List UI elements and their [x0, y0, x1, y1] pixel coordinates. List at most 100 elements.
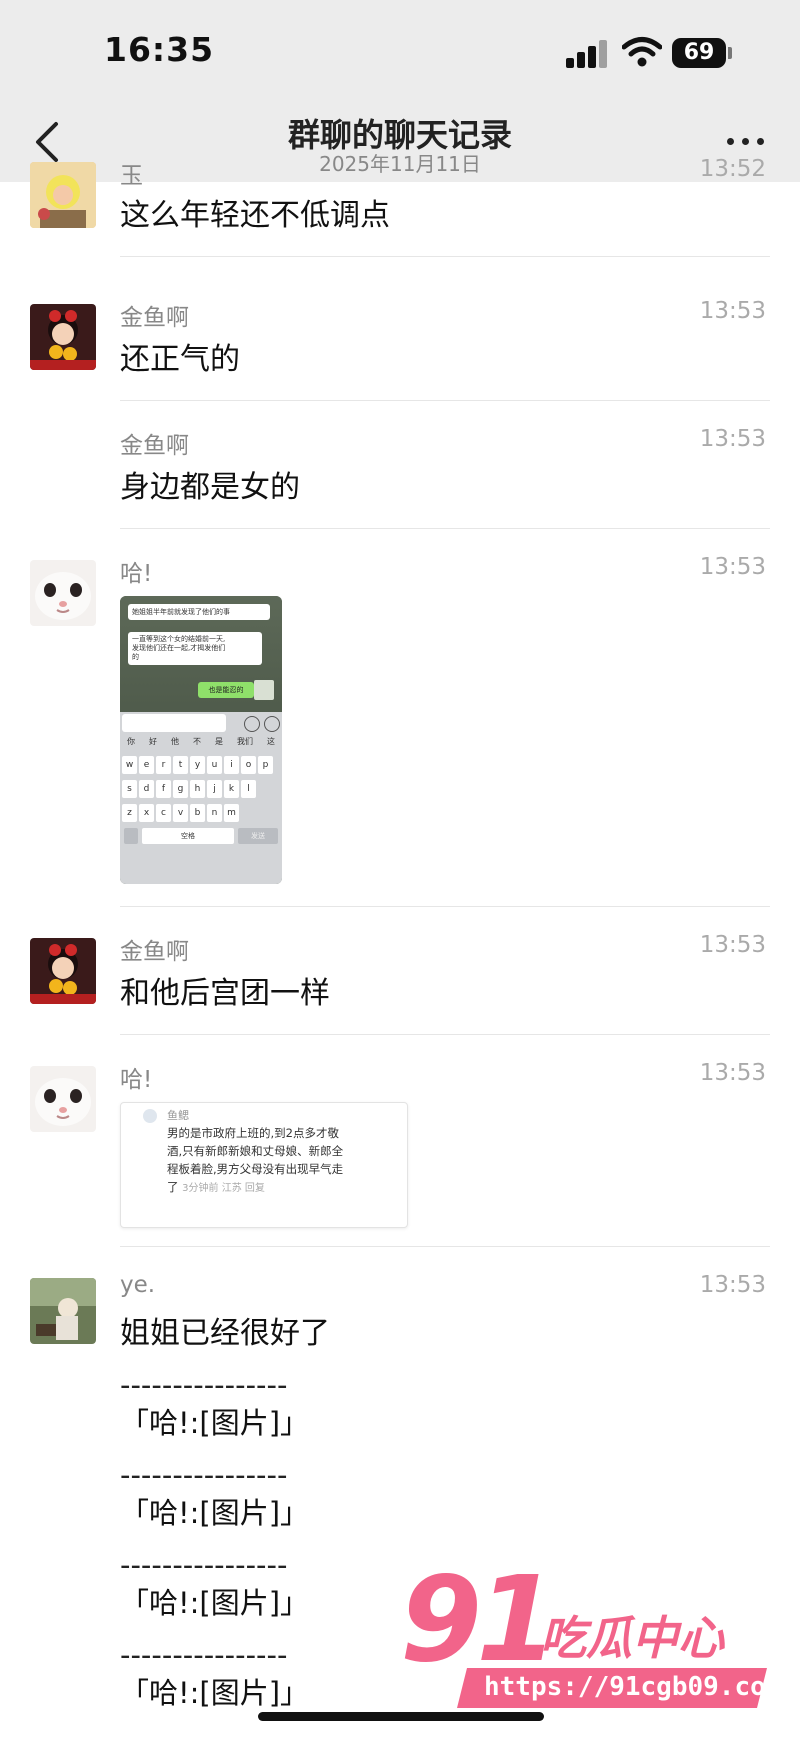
image-key: z — [122, 804, 137, 822]
image-candidate: 好 — [149, 737, 157, 746]
image-bubble: 她姐姐半年前就发现了他们的事 — [128, 604, 270, 620]
image-key: k — [224, 780, 239, 798]
list-item[interactable]: 哈! 13:53 她姐姐半年前就发现了他们的事 一直等到这个女的结婚前一天, 发… — [0, 554, 800, 932]
sender-name: 玉 — [120, 163, 143, 189]
sender-name: ye. — [120, 1272, 156, 1298]
avatar — [30, 304, 96, 370]
list-item[interactable]: 金鱼啊 13:53 还正气的 — [0, 298, 800, 426]
image-key: n — [207, 804, 222, 822]
divider — [120, 400, 770, 401]
message-text: 这么年轻还不低调点 — [120, 198, 390, 233]
image-key: l — [241, 780, 256, 798]
message-time: 13:53 — [699, 426, 766, 452]
image-text: 发现他们还在一起,才揭发他们 — [132, 644, 226, 652]
clock: 16:35 — [104, 30, 215, 69]
image-comment-line: 了 3分钟前 江苏 回复 — [167, 1179, 265, 1195]
image-comment-line: 程板着脸,男方父母没有出现早气走 — [167, 1162, 344, 1176]
watermark-url: https://91cgb09.com — [484, 1672, 782, 1702]
image-key: g — [173, 780, 188, 798]
message-text: 姐姐已经很好了 — [120, 1316, 330, 1351]
image-bubble: 一直等到这个女的结婚前一天, 发现他们还在一起,才揭发他们 的 — [128, 632, 262, 665]
divider — [120, 1246, 770, 1247]
quoted-message[interactable]: 「哈!:[图片]」 — [120, 1670, 309, 1712]
image-key: w — [122, 756, 137, 774]
image-key: u — [207, 756, 222, 774]
message-time: 13:53 — [699, 298, 766, 324]
list-item[interactable]: 金鱼啊 13:53 和他后宫团一样 — [0, 932, 800, 1060]
quote-separator: ---------------- — [120, 1548, 288, 1582]
home-indicator — [258, 1712, 544, 1721]
image-key: b — [190, 804, 205, 822]
image-key: i — [224, 756, 239, 774]
divider — [120, 906, 770, 907]
quoted-message[interactable]: 「哈!:[图片]」 — [120, 1580, 309, 1622]
sender-name: 金鱼啊 — [120, 305, 189, 331]
divider — [120, 1034, 770, 1035]
sender-name: 金鱼啊 — [120, 939, 189, 965]
watermark-logo: 91 吃瓜中心 https://91cgb09.com — [400, 1550, 782, 1720]
image-key: j — [207, 780, 222, 798]
image-candidate-row: 你 好 他 不 是 我们 这 — [120, 736, 282, 752]
image-keyboard-row: zxcvbnm — [122, 804, 280, 822]
image-candidate: 这 — [267, 737, 275, 746]
image-key: e — [139, 756, 154, 774]
image-candidate: 不 — [193, 737, 201, 746]
image-key: d — [139, 780, 154, 798]
image-key: h — [190, 780, 205, 798]
watermark-brand: 吃瓜中心 — [540, 1611, 724, 1665]
quote-separator: ---------------- — [120, 1638, 288, 1672]
wifi-icon — [622, 37, 662, 67]
list-item[interactable]: 玉 13:52 这么年轻还不低调点 — [0, 156, 800, 298]
avatar — [30, 560, 96, 626]
image-key: x — [139, 804, 154, 822]
avatar — [30, 162, 96, 228]
image-comment-text: 了 — [167, 1180, 179, 1194]
image-candidate: 是 — [215, 737, 223, 746]
quoted-message[interactable]: 「哈!:[图片]」 — [120, 1490, 309, 1532]
message-time: 13:53 — [699, 932, 766, 958]
image-candidate: 我们 — [237, 737, 253, 746]
cellular-signal-icon — [566, 40, 608, 68]
more-options-icon[interactable] — [724, 126, 768, 156]
list-item[interactable]: 哈! 13:53 鱼鳃 男的是市政府上班的,到2点多才敬 酒,只有新郎新娘和丈母… — [0, 1060, 800, 1272]
quoted-message[interactable]: 「哈!:[图片]」 — [120, 1400, 309, 1442]
list-item[interactable]: 金鱼啊 13:53 身边都是女的 — [0, 426, 800, 554]
avatar — [30, 1278, 96, 1344]
message-text: 还正气的 — [120, 342, 240, 377]
image-key: s — [122, 780, 137, 798]
quote-separator: ---------------- — [120, 1458, 288, 1492]
image-keyboard-row: wertyuiop — [122, 756, 280, 774]
image-key: p — [258, 756, 273, 774]
image-key: m — [224, 804, 239, 822]
sender-name: 金鱼啊 — [120, 433, 189, 459]
image-space-key: 空格 — [142, 828, 234, 844]
image-text: 一直等到这个女的结婚前一天, — [132, 635, 226, 643]
message-time: 13:53 — [699, 1272, 766, 1298]
sender-name: 哈! — [120, 561, 153, 587]
battery-indicator: 69 — [672, 38, 726, 68]
image-keyboard-row: sdfghjkl — [122, 780, 280, 798]
image-comment-line: 酒,只有新郎新娘和丈母娘、新郎全 — [167, 1144, 344, 1158]
image-candidate: 他 — [171, 737, 179, 746]
message-text: 和他后宫团一样 — [120, 976, 330, 1011]
image-key: c — [156, 804, 171, 822]
image-key: y — [190, 756, 205, 774]
image-candidate: 你 — [127, 737, 135, 746]
message-time: 13:53 — [699, 554, 766, 580]
avatar — [30, 1066, 96, 1132]
image-comment-meta: 3分钟前 江苏 回复 — [182, 1183, 265, 1194]
divider — [120, 256, 770, 257]
image-key: t — [173, 756, 188, 774]
image-key: r — [156, 756, 171, 774]
quote-separator: ---------------- — [120, 1368, 288, 1402]
image-key: v — [173, 804, 188, 822]
message-text: 身边都是女的 — [120, 470, 300, 505]
battery-nub — [728, 47, 732, 59]
message-time: 13:52 — [699, 156, 766, 182]
image-comment-user: 鱼鳃 — [167, 1109, 189, 1122]
image-key: f — [156, 780, 171, 798]
image-send-key: 发送 — [238, 828, 278, 844]
image-comment-line: 男的是市政府上班的,到2点多才敬 — [167, 1126, 339, 1140]
comment-screenshot-image[interactable]: 鱼鳃 男的是市政府上班的,到2点多才敬 酒,只有新郎新娘和丈母娘、新郎全 程板着… — [120, 1102, 408, 1228]
chat-screenshot-image[interactable]: 她姐姐半年前就发现了他们的事 一直等到这个女的结婚前一天, 发现他们还在一起,才… — [120, 596, 282, 884]
